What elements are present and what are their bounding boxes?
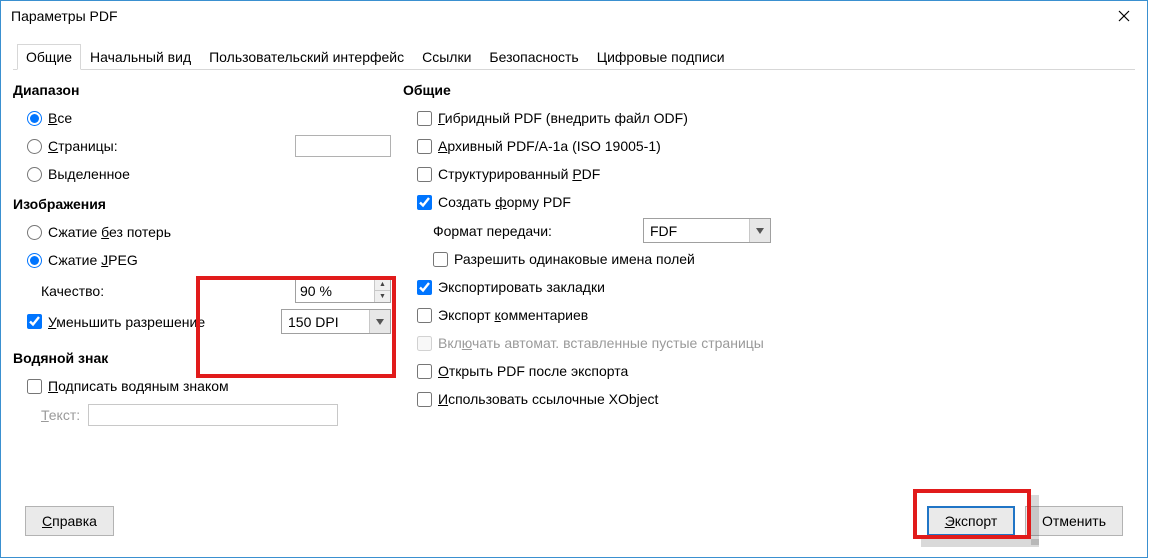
lossless-row: Сжатие без потерь: [27, 220, 403, 244]
help-button[interactable]: Справка: [25, 506, 114, 536]
lossless-label[interactable]: Сжатие без потерь: [48, 224, 171, 240]
dpi-combobox[interactable]: 150 DPI: [281, 309, 391, 334]
xobject-checkbox[interactable]: [417, 392, 432, 407]
tab-user-interface[interactable]: Пользовательский интерфейс: [200, 44, 413, 69]
range-all-row: Все: [27, 106, 403, 130]
export-button[interactable]: Экспорт: [927, 506, 1015, 536]
tagged-row: Структурированный PDF: [417, 162, 1135, 186]
tagged-label[interactable]: Структурированный PDF: [438, 166, 600, 182]
open-after-checkbox[interactable]: [417, 364, 432, 379]
open-after-label[interactable]: Открыть PDF после экспорта: [438, 363, 628, 379]
chevron-down-icon: [756, 228, 764, 234]
range-pages-radio[interactable]: [27, 139, 42, 154]
footer: Справка Экспорт Отменить: [13, 495, 1135, 557]
watermark-sign-label[interactable]: Подписать водяным знаком: [48, 378, 229, 394]
bookmarks-label[interactable]: Экспортировать закладки: [438, 279, 605, 295]
client-area: Общие Начальный вид Пользовательский инт…: [1, 31, 1147, 557]
cancel-button[interactable]: Отменить: [1025, 506, 1123, 536]
dup-names-label[interactable]: Разрешить одинаковые имена полей: [454, 251, 695, 267]
archive-checkbox[interactable]: [417, 139, 432, 154]
blank-pages-row: Включать автомат. вставленные пустые стр…: [417, 331, 1135, 355]
window-title: Параметры PDF: [11, 8, 118, 24]
dpi-dropdown-button[interactable]: [369, 310, 390, 333]
tab-links[interactable]: Ссылки: [413, 44, 480, 69]
lossless-radio[interactable]: [27, 225, 42, 240]
watermark-sign-checkbox[interactable]: [27, 379, 42, 394]
create-form-checkbox[interactable]: [417, 195, 432, 210]
tab-security[interactable]: Безопасность: [480, 44, 587, 69]
hybrid-row: Гибридный PDF (внедрить файл ODF): [417, 106, 1135, 130]
xobject-row: Использовать ссылочные XObject: [417, 387, 1135, 411]
range-selection-row: Выделенное: [27, 162, 403, 186]
quality-spin-buttons: ▲ ▼: [374, 279, 390, 302]
submit-format-value: FDF: [644, 219, 749, 242]
hybrid-label[interactable]: Гибридный PDF (внедрить файл ODF): [438, 110, 688, 126]
create-form-row: Создать форму PDF: [417, 190, 1135, 214]
quality-up-button[interactable]: ▲: [375, 279, 390, 291]
dup-names-checkbox[interactable]: [433, 252, 448, 267]
quality-row: Качество: ▲ ▼: [41, 278, 403, 303]
quality-stepper[interactable]: ▲ ▼: [295, 278, 391, 303]
tab-general[interactable]: Общие: [17, 44, 81, 70]
quality-label: Качество:: [41, 283, 104, 299]
watermark-title: Водяной знак: [13, 350, 403, 366]
xobject-label[interactable]: Использовать ссылочные XObject: [438, 391, 658, 407]
images-title: Изображения: [13, 196, 403, 212]
tagged-checkbox[interactable]: [417, 167, 432, 182]
blank-pages-checkbox: [417, 336, 432, 351]
jpeg-label[interactable]: Сжатие JPEG: [48, 252, 138, 268]
tab-row: Общие Начальный вид Пользовательский инт…: [13, 41, 1135, 70]
jpeg-row: Сжатие JPEG: [27, 248, 403, 272]
jpeg-radio[interactable]: [27, 253, 42, 268]
range-pages-input[interactable]: [295, 135, 391, 157]
range-pages-row: Страницы:: [27, 134, 403, 158]
range-title: Диапазон: [13, 82, 403, 98]
right-column: Общие Гибридный PDF (внедрить файл ODF) …: [403, 80, 1135, 495]
submit-format-dropdown-button[interactable]: [749, 219, 770, 242]
tab-digital-signatures[interactable]: Цифровые подписи: [588, 44, 734, 69]
bookmarks-row: Экспортировать закладки: [417, 275, 1135, 299]
tab-initial-view[interactable]: Начальный вид: [81, 44, 200, 69]
submit-format-label: Формат передачи:: [433, 223, 643, 239]
chevron-down-icon: [376, 319, 384, 325]
range-pages-label[interactable]: Страницы:: [48, 138, 118, 154]
left-column: Диапазон Все Страницы: Выделенное Изобра…: [13, 80, 403, 495]
open-after-row: Открыть PDF после экспорта: [417, 359, 1135, 383]
watermark-sign-row: Подписать водяным знаком: [27, 374, 403, 398]
tab-content: Диапазон Все Страницы: Выделенное Изобра…: [13, 80, 1135, 495]
bookmarks-checkbox[interactable]: [417, 280, 432, 295]
submit-format-combobox[interactable]: FDF: [643, 218, 771, 243]
reduce-resolution-checkbox[interactable]: [27, 314, 42, 329]
close-icon: [1118, 10, 1130, 22]
quality-down-button[interactable]: ▼: [375, 291, 390, 302]
watermark-text-label: Текст:: [41, 407, 80, 423]
range-all-radio[interactable]: [27, 111, 42, 126]
reduce-resolution-row: Уменьшить разрешение 150 DPI: [27, 309, 403, 334]
blank-pages-label: Включать автомат. вставленные пустые стр…: [438, 335, 764, 351]
highlight-shadow-bottom: [921, 539, 1039, 547]
watermark-text-input: [88, 404, 338, 426]
archive-row: Архивный PDF/A-1a (ISO 19005-1): [417, 134, 1135, 158]
range-selection-radio[interactable]: [27, 167, 42, 182]
pdf-options-dialog: Параметры PDF Общие Начальный вид Пользо…: [0, 0, 1148, 558]
create-form-label[interactable]: Создать форму PDF: [438, 194, 571, 210]
submit-format-row: Формат передачи: FDF: [433, 218, 1135, 243]
dpi-value: 150 DPI: [282, 310, 369, 333]
range-all-label[interactable]: Все: [48, 110, 72, 126]
titlebar: Параметры PDF: [1, 1, 1147, 31]
close-button[interactable]: [1101, 1, 1147, 31]
comments-label[interactable]: Экспорт комментариев: [438, 307, 588, 323]
archive-label[interactable]: Архивный PDF/A-1a (ISO 19005-1): [438, 138, 661, 154]
comments-row: Экспорт комментариев: [417, 303, 1135, 327]
range-selection-label[interactable]: Выделенное: [48, 166, 130, 182]
hybrid-checkbox[interactable]: [417, 111, 432, 126]
dup-names-row: Разрешить одинаковые имена полей: [433, 247, 1135, 271]
reduce-resolution-label[interactable]: Уменьшить разрешение: [48, 314, 205, 330]
watermark-text-row: Текст:: [41, 404, 403, 426]
general-title: Общие: [403, 82, 1135, 98]
comments-checkbox[interactable]: [417, 308, 432, 323]
quality-input[interactable]: [296, 279, 374, 302]
